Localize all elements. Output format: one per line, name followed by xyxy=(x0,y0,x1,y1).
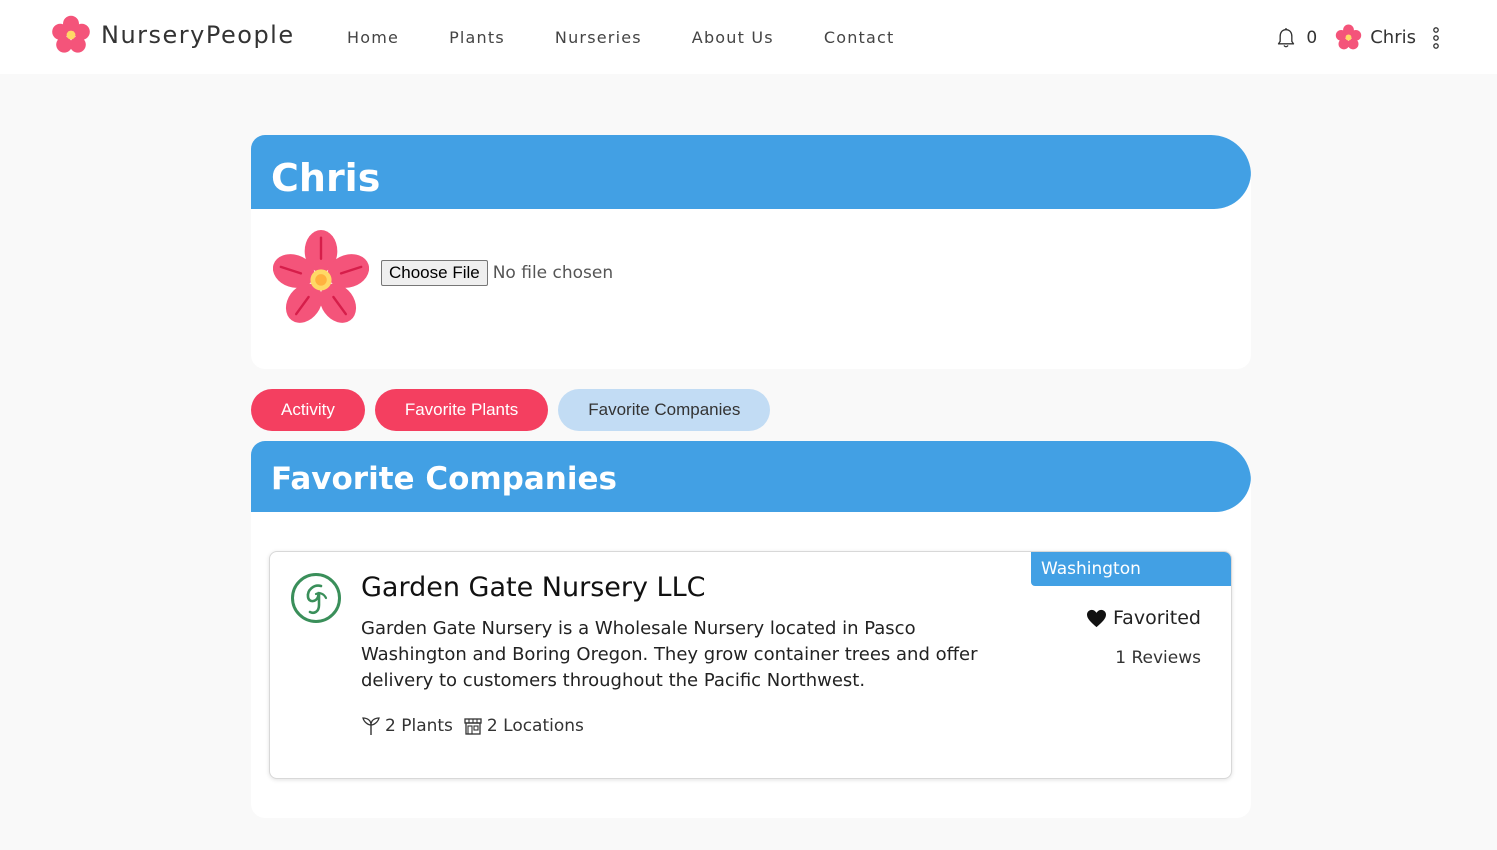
more-vertical-icon[interactable] xyxy=(1432,26,1440,49)
profile-banner: Chris xyxy=(251,135,1251,209)
profile-name: Chris xyxy=(271,156,381,200)
user-avatar-icon[interactable] xyxy=(1335,24,1362,51)
favorited-label: Favorited xyxy=(1113,607,1201,629)
file-status: No file chosen xyxy=(492,263,614,283)
nav-about-us[interactable]: About Us xyxy=(692,28,774,47)
company-description: Garden Gate Nursery is a Wholesale Nurse… xyxy=(361,618,978,691)
main-nav: Home Plants Nurseries About Us Contact xyxy=(347,28,945,47)
favorites-banner: Favorite Companies xyxy=(251,441,1251,512)
company-name[interactable]: Garden Gate Nursery LLC xyxy=(361,572,705,603)
locations-count: 2 Locations xyxy=(486,716,584,736)
bell-icon[interactable] xyxy=(1276,27,1296,49)
user-area: 0 Chris xyxy=(1276,24,1440,51)
company-card[interactable]: Garden Gate Nursery LLC Garden Gate Nurs… xyxy=(269,551,1232,779)
nav-nurseries[interactable]: Nurseries xyxy=(555,28,642,47)
user-name[interactable]: Chris xyxy=(1370,27,1416,48)
company-logo-icon xyxy=(291,573,341,623)
nav-contact[interactable]: Contact xyxy=(824,28,895,47)
sprout-icon xyxy=(362,717,380,735)
choose-file-button[interactable]: Choose File xyxy=(381,260,488,286)
profile-tabs: Activity Favorite Plants Favorite Compan… xyxy=(251,389,780,431)
heart-icon xyxy=(1087,609,1106,627)
reviews-count[interactable]: 1 Reviews xyxy=(1115,648,1201,668)
plants-count: 2 Plants xyxy=(385,716,453,736)
store-icon xyxy=(464,718,482,735)
avatar-upload: Choose File No file chosen xyxy=(381,260,613,286)
tab-favorite-plants[interactable]: Favorite Plants xyxy=(374,389,549,431)
flower-logo-icon xyxy=(52,15,90,53)
company-stats: 2 Plants 2 Locations xyxy=(361,716,594,736)
nav-home[interactable]: Home xyxy=(347,28,399,47)
profile-flower-avatar xyxy=(273,230,369,323)
brand-name: NurseryPeople xyxy=(101,21,295,49)
section-title: Favorite Companies xyxy=(271,461,617,497)
notification-count: 0 xyxy=(1306,27,1318,48)
navbar: NurseryPeople Home Plants Nurseries Abou… xyxy=(0,0,1497,74)
tab-favorite-companies[interactable]: Favorite Companies xyxy=(558,389,771,431)
region-badge: Washington xyxy=(1031,552,1231,586)
brand[interactable]: NurseryPeople xyxy=(51,15,295,55)
plants-stat: 2 Plants xyxy=(361,716,453,736)
nav-plants[interactable]: Plants xyxy=(449,28,505,47)
favorited-toggle[interactable]: Favorited xyxy=(1086,607,1201,629)
favorite-companies-section: Favorite Companies Garden Gate Nursery L… xyxy=(251,441,1251,818)
profile-card: Chris Choose File No file chosen xyxy=(251,135,1251,369)
locations-stat: 2 Locations xyxy=(463,716,584,736)
tab-activity[interactable]: Activity xyxy=(251,389,365,431)
